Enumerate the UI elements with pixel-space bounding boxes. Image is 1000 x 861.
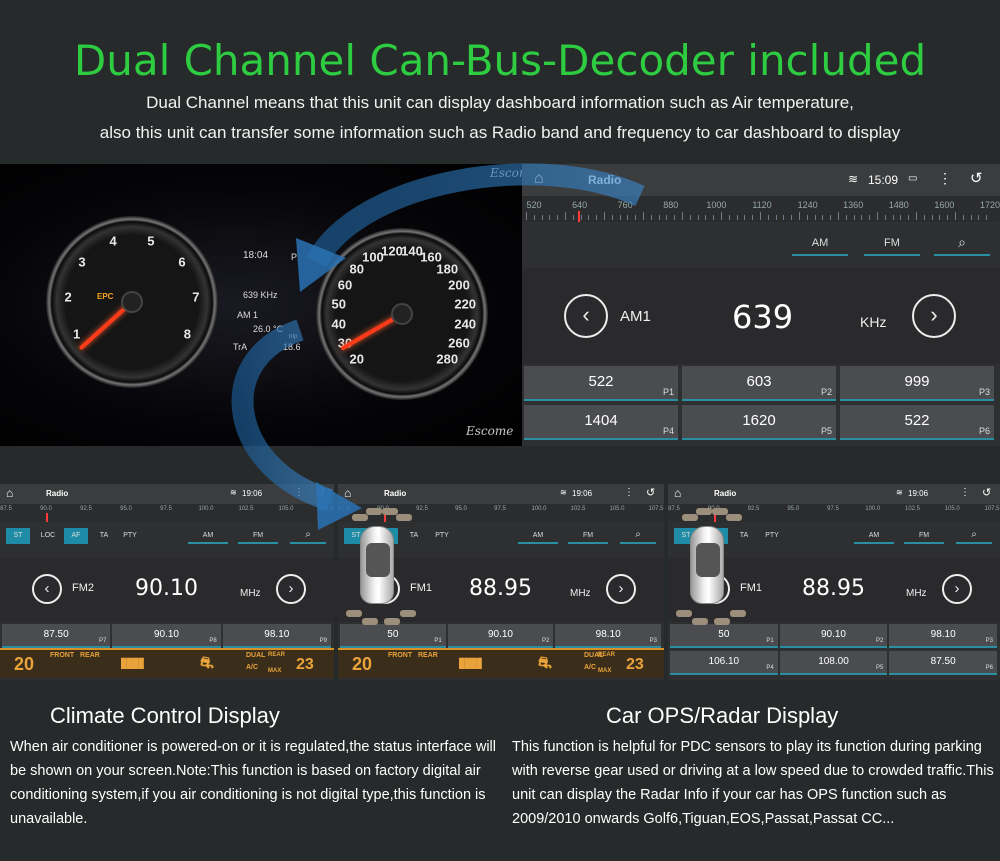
climate-section-text: When air conditioner is powered-on or it… [10,739,496,827]
data-flow-arrows [231,163,645,530]
radar-section-title: Car OPS/Radar Display [606,703,839,728]
climate-section-title: Climate Control Display [50,703,280,728]
radar-section-text: This function is helpful for PDC sensors… [512,739,994,827]
